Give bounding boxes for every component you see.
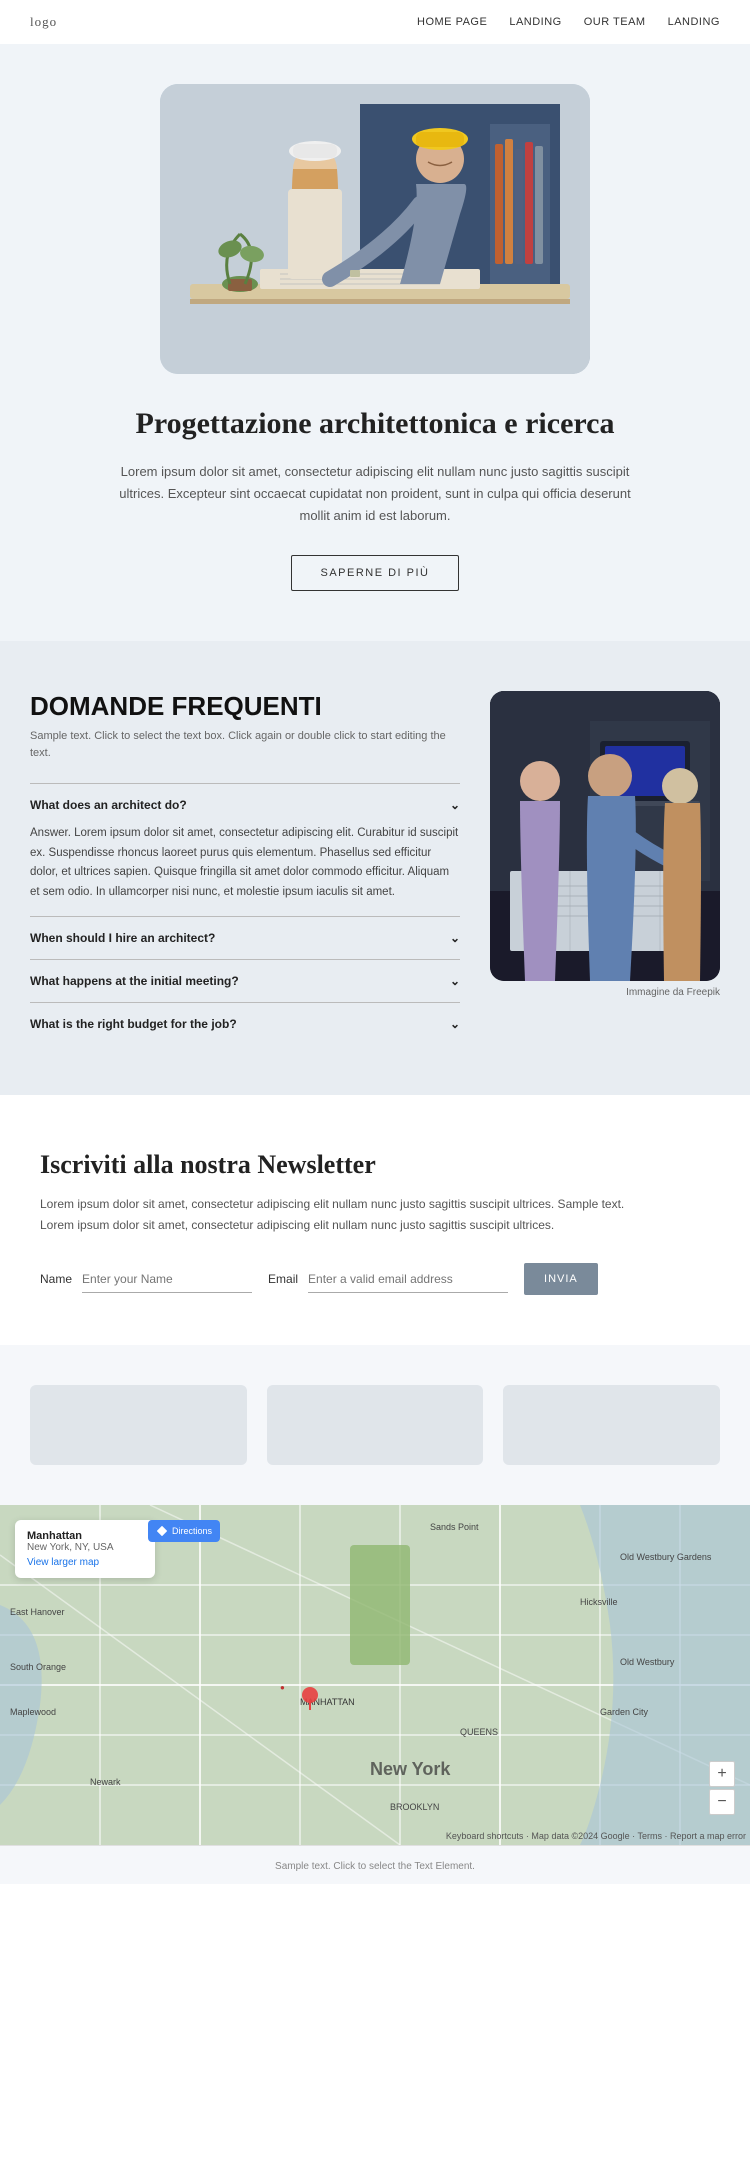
faq-item-3-question: What happens at the initial meeting? <box>30 974 239 988</box>
hero-image <box>160 84 590 374</box>
nav-link-landing1[interactable]: LANDING <box>509 16 561 28</box>
faq-item-1: What does an architect do? ⌄ Answer. Lor… <box>30 783 460 916</box>
gallery-item-3 <box>503 1385 720 1465</box>
svg-text:Old Westbury Gardens: Old Westbury Gardens <box>620 1552 712 1562</box>
svg-text:South Orange: South Orange <box>10 1662 66 1672</box>
gallery-item-2 <box>267 1385 484 1465</box>
faq-item-4: What is the right budget for the job? ⌄ <box>30 1002 460 1045</box>
newsletter-title: Iscriviti alla nostra Newsletter <box>40 1150 710 1180</box>
svg-text:New York: New York <box>370 1759 451 1779</box>
faq-title: DOMANDE FREQUENTI <box>30 691 460 722</box>
svg-text:Hicksville: Hicksville <box>580 1597 618 1607</box>
newsletter-description: Lorem ipsum dolor sit amet, consectetur … <box>40 1194 660 1235</box>
svg-text:Sands Point: Sands Point <box>430 1522 479 1532</box>
map-zoom-out[interactable]: − <box>709 1789 735 1815</box>
email-form-group: Email <box>268 1266 508 1293</box>
faq-image-caption: Immagine da Freepik <box>490 987 720 998</box>
map-zoom-in[interactable]: + <box>709 1761 735 1787</box>
gallery-section <box>0 1345 750 1505</box>
svg-text:QUEENS: QUEENS <box>460 1727 498 1737</box>
map-attribution: Keyboard shortcuts · Map data ©2024 Goog… <box>446 1831 746 1841</box>
faq-item-1-answer: Answer. Lorem ipsum dolor sit amet, cons… <box>30 824 460 902</box>
faq-item-4-chevron: ⌄ <box>450 1017 460 1031</box>
nav-link-ourteam[interactable]: OUR TEAM <box>584 16 646 28</box>
faq-item-4-header[interactable]: What is the right budget for the job? ⌄ <box>30 1017 460 1031</box>
faq-item-1-chevron: ⌄ <box>450 798 460 812</box>
name-label: Name <box>40 1272 72 1286</box>
faq-image <box>490 691 720 981</box>
gallery-item-1 <box>30 1385 247 1465</box>
faq-item-2-header[interactable]: When should I hire an architect? ⌄ <box>30 931 460 945</box>
nav-link-landing2[interactable]: LANDING <box>668 16 720 28</box>
map-location-address: New York, NY, USA <box>27 1542 143 1553</box>
faq-item-1-question: What does an architect do? <box>30 798 187 812</box>
faq-left: DOMANDE FREQUENTI Sample text. Click to … <box>30 691 460 1045</box>
faq-item-3-chevron: ⌄ <box>450 974 460 988</box>
submit-button[interactable]: INVIA <box>524 1263 598 1295</box>
faq-item-4-question: What is the right budget for the job? <box>30 1017 237 1031</box>
navbar: logo HOME PAGE LANDING OUR TEAM LANDING <box>0 0 750 44</box>
map-info-box: Manhattan New York, NY, USA View larger … <box>15 1520 155 1578</box>
map-view-larger[interactable]: View larger map <box>27 1557 143 1568</box>
newsletter-form: Name Email INVIA <box>40 1263 710 1295</box>
faq-item-2-chevron: ⌄ <box>450 931 460 945</box>
hero-description: Lorem ipsum dolor sit amet, consectetur … <box>115 461 635 527</box>
name-form-group: Name <box>40 1266 252 1293</box>
nav-link-home[interactable]: HOME PAGE <box>417 16 487 28</box>
svg-text:Maplewood: Maplewood <box>10 1707 56 1717</box>
name-input[interactable] <box>82 1266 252 1293</box>
map-section: New York Hackensack Sands Point Old West… <box>0 1505 750 1845</box>
svg-text:Old Westbury: Old Westbury <box>620 1657 675 1667</box>
email-input[interactable] <box>308 1266 508 1293</box>
email-label: Email <box>268 1272 298 1286</box>
faq-item-2: When should I hire an architect? ⌄ <box>30 916 460 959</box>
faq-item-3: What happens at the initial meeting? ⌄ <box>30 959 460 1002</box>
faq-item-3-header[interactable]: What happens at the initial meeting? ⌄ <box>30 974 460 988</box>
directions-label: Directions <box>172 1526 212 1536</box>
hero-title: Progettazione architettonica e ricerca <box>125 404 625 443</box>
hero-cta-button[interactable]: SAPERNE DI PIÙ <box>291 555 458 591</box>
faq-subtitle: Sample text. Click to select the text bo… <box>30 728 460 761</box>
faq-item-2-question: When should I hire an architect? <box>30 931 215 945</box>
nav-links: HOME PAGE LANDING OUR TEAM LANDING <box>417 16 720 28</box>
svg-text:East Hanover: East Hanover <box>10 1607 65 1617</box>
faq-section: DOMANDE FREQUENTI Sample text. Click to … <box>0 641 750 1095</box>
bottom-bar: Sample text. Click to select the Text El… <box>0 1845 750 1884</box>
svg-text:●: ● <box>280 1683 285 1692</box>
nav-logo: logo <box>30 14 57 30</box>
newsletter-section: Iscriviti alla nostra Newsletter Lorem i… <box>0 1095 750 1345</box>
bottom-bar-text: Sample text. Click to select the Text El… <box>275 1861 475 1872</box>
faq-right: Immagine da Freepik <box>490 691 720 1045</box>
hero-section: Progettazione architettonica e ricerca L… <box>0 44 750 641</box>
map-location-title: Manhattan <box>27 1530 143 1542</box>
map-directions-button[interactable]: Directions <box>148 1520 220 1542</box>
faq-item-1-header[interactable]: What does an architect do? ⌄ <box>30 798 460 812</box>
svg-text:Garden City: Garden City <box>600 1707 649 1717</box>
map-controls: + − <box>709 1761 735 1815</box>
svg-text:BROOKLYN: BROOKLYN <box>390 1802 439 1812</box>
svg-text:Newark: Newark <box>90 1777 121 1787</box>
